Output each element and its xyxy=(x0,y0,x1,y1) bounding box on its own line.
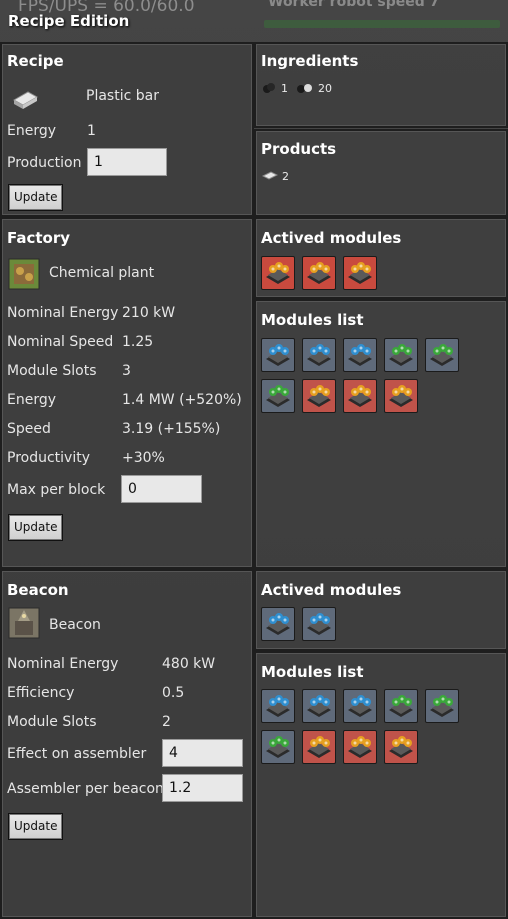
beacon-actived-modules-heading: Actived modules xyxy=(261,581,402,599)
assembler-per-beacon-input[interactable]: 1.2 xyxy=(162,774,243,802)
productivity-value: +30% xyxy=(122,450,165,466)
recipe-update-button[interactable]: Update xyxy=(8,184,64,211)
factory-name: Chemical plant xyxy=(49,265,155,281)
factory-actived-modules-panel: Actived modules xyxy=(254,217,508,299)
speed-value: 3.19 (+155%) xyxy=(122,421,221,437)
ingredient-amount: 20 xyxy=(318,82,332,95)
coal-icon xyxy=(263,83,275,93)
effectivity-module-3-icon[interactable] xyxy=(261,379,295,413)
factory-panel: Factory Chemical plant Nominal Energy 21… xyxy=(0,217,254,569)
beacon-modules-list-heading: Modules list xyxy=(261,663,364,681)
effectivity-module-icon[interactable] xyxy=(384,689,418,723)
product-amount: 2 xyxy=(282,170,289,183)
efficiency-label: Efficiency xyxy=(7,685,75,701)
speed-module-2-icon[interactable] xyxy=(302,338,336,372)
effectivity-module-3-icon[interactable] xyxy=(261,730,295,764)
modules-list-heading: Modules list xyxy=(261,311,364,329)
speed-module-icon[interactable] xyxy=(261,338,295,372)
factory-modules-list-panel: Modules list xyxy=(254,299,508,569)
window-title[interactable]: Recipe Edition xyxy=(0,4,508,38)
beacon-nominal-energy-value: 480 kW xyxy=(162,656,216,672)
beacon-update-button[interactable]: Update xyxy=(8,813,64,840)
ingredients-heading: Ingredients xyxy=(261,52,359,70)
recipe-name: Plastic bar xyxy=(86,88,159,104)
beacon-name: Beacon xyxy=(49,617,101,633)
speed-module-3-icon[interactable] xyxy=(343,689,377,723)
productivity-module-3-icon[interactable] xyxy=(261,256,295,290)
nominal-energy-value: 210 kW xyxy=(122,305,176,321)
speed-module-3-icon[interactable] xyxy=(302,607,336,641)
productivity-module-3-icon[interactable] xyxy=(384,730,418,764)
ingredients-panel: Ingredients 1 20 xyxy=(254,42,508,128)
recipe-heading: Recipe xyxy=(7,52,64,70)
factory-energy-value: 1.4 MW (+520%) xyxy=(122,392,242,408)
speed-module-3-icon[interactable] xyxy=(343,338,377,372)
recipe-panel: Recipe Plastic bar Energy 1 Production 1… xyxy=(0,42,254,217)
beacon-nominal-energy-label: Nominal Energy xyxy=(7,656,119,672)
max-per-block-input[interactable]: 0 xyxy=(121,475,202,503)
chemical-plant-icon xyxy=(8,258,40,290)
nominal-speed-label: Nominal Speed xyxy=(7,334,114,350)
speed-label: Speed xyxy=(7,421,51,437)
energy-label: Energy xyxy=(7,123,57,139)
beacon-actived-modules-panel: Actived modules xyxy=(254,569,508,651)
nominal-speed-value: 1.25 xyxy=(122,334,154,350)
productivity-module-icon[interactable] xyxy=(302,379,336,413)
productivity-module-2-icon[interactable] xyxy=(343,730,377,764)
recipe-edition-window: Recipe Edition Recipe Plastic bar Energy… xyxy=(0,0,508,919)
speed-module-3-icon[interactable] xyxy=(261,607,295,641)
plastic-bar-icon xyxy=(262,171,278,180)
productivity-module-icon[interactable] xyxy=(302,730,336,764)
products-heading: Products xyxy=(261,140,337,158)
plastic-bar-icon xyxy=(12,91,39,109)
production-input[interactable]: 1 xyxy=(87,148,167,176)
production-label: Production xyxy=(7,155,82,171)
speed-module-2-icon[interactable] xyxy=(302,689,336,723)
effectivity-module-2-icon[interactable] xyxy=(425,338,459,372)
ingredient-amount: 1 xyxy=(281,82,288,95)
actived-modules-heading: Actived modules xyxy=(261,229,402,247)
productivity-module-3-icon[interactable] xyxy=(343,256,377,290)
assembler-per-beacon-label: Assembler per beacon xyxy=(7,781,164,797)
beacon-module-slots-label: Module Slots xyxy=(7,714,97,730)
productivity-module-3-icon[interactable] xyxy=(384,379,418,413)
beacon-icon xyxy=(8,607,40,639)
module-slots-value: 3 xyxy=(122,363,131,379)
effect-on-assembler-label: Effect on assembler xyxy=(7,746,147,762)
factory-update-button[interactable]: Update xyxy=(8,514,64,541)
beacon-modules-list-panel: Modules list xyxy=(254,651,508,919)
beacon-module-slots-value: 2 xyxy=(162,714,171,730)
energy-value: 1 xyxy=(87,123,96,139)
nominal-energy-label: Nominal Energy xyxy=(7,305,119,321)
beacon-heading: Beacon xyxy=(7,581,69,599)
speed-module-icon[interactable] xyxy=(261,689,295,723)
effectivity-module-2-icon[interactable] xyxy=(425,689,459,723)
productivity-module-3-icon[interactable] xyxy=(302,256,336,290)
products-panel: Products 2 xyxy=(254,129,508,217)
beacon-panel: Beacon Beacon Nominal Energy 480 kW Effi… xyxy=(0,569,254,919)
factory-heading: Factory xyxy=(7,229,71,247)
factory-energy-label: Energy xyxy=(7,392,57,408)
effect-on-assembler-input[interactable]: 4 xyxy=(162,739,243,767)
productivity-label: Productivity xyxy=(7,450,90,466)
petroleum-gas-icon xyxy=(297,84,312,93)
efficiency-value: 0.5 xyxy=(162,685,185,701)
max-per-block-label: Max per block xyxy=(7,482,106,498)
effectivity-module-icon[interactable] xyxy=(384,338,418,372)
module-slots-label: Module Slots xyxy=(7,363,97,379)
productivity-module-2-icon[interactable] xyxy=(343,379,377,413)
